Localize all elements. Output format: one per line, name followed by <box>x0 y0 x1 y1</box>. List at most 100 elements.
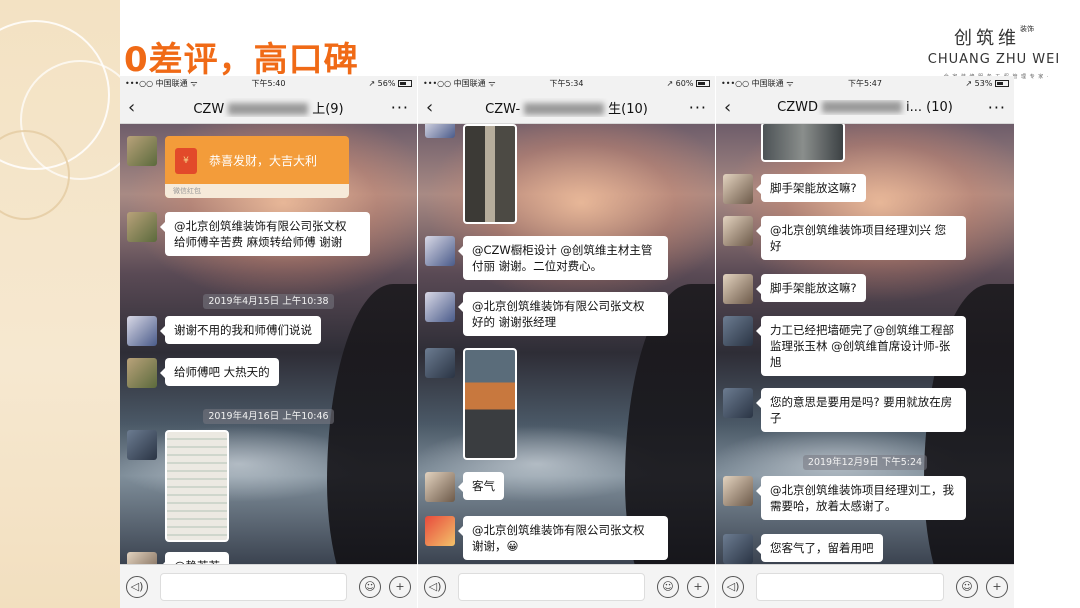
message-bubble[interactable]: @北京创筑维装饰项目经理刘工，我需要哈，放着太感谢了。 <box>756 476 966 520</box>
avatar[interactable] <box>425 348 455 378</box>
timestamp: 2019年12月9日 下午5:24 <box>716 450 1014 470</box>
chat-area[interactable]: ¥ 恭喜发财，大吉大利 微信红包 @北京创筑维装饰有限公司张文权 给师傅辛苦费 … <box>120 124 417 564</box>
avatar[interactable] <box>723 216 753 246</box>
plus-icon[interactable]: + <box>389 575 411 598</box>
more-icon[interactable]: ··· <box>980 98 1006 117</box>
input-bar: ◁) ☺ + <box>716 564 1014 608</box>
battery-status: ↗ 60% <box>614 79 711 88</box>
avatar[interactable] <box>723 174 753 204</box>
message-bubble[interactable]: @CZW橱柜设计 @创筑维主材主管付丽 谢谢。二位对费心。 <box>458 236 668 280</box>
message-row <box>425 348 709 460</box>
message-row: 脚手架能放这嘛? <box>723 174 1008 204</box>
avatar[interactable] <box>723 316 753 346</box>
avatar[interactable] <box>127 430 157 460</box>
red-packet-footer: 微信红包 <box>165 184 349 198</box>
company-logo: 创筑维装饰 CHUANG ZHU WEI · 全 家 装 修 服 务 工 程 管… <box>914 24 1074 80</box>
avatar[interactable] <box>127 552 157 564</box>
plus-icon[interactable]: + <box>986 575 1008 598</box>
avatar[interactable] <box>723 388 753 418</box>
avatar[interactable] <box>127 316 157 346</box>
battery-icon <box>995 80 1009 87</box>
emoji-icon[interactable]: ☺ <box>657 575 679 598</box>
message-bubble[interactable]: 您的意思是要用是吗? 要用就放在房子 <box>756 388 966 432</box>
message-bubble[interactable]: 您客气了，留着用吧 <box>756 534 883 562</box>
plus-icon[interactable]: + <box>687 575 709 598</box>
message-bubble[interactable]: @北京创筑维装饰项目经理刘兴 您好 <box>756 216 966 260</box>
image-message[interactable] <box>463 124 517 224</box>
voice-icon[interactable]: ◁) <box>722 575 744 598</box>
message-row: 您的意思是要用是吗? 要用就放在房子 <box>723 388 1008 432</box>
chat-title: CZWD i... (10) <box>777 99 953 115</box>
battery-icon <box>696 80 711 87</box>
blurred-name <box>228 103 309 115</box>
message-bubble[interactable]: 给师傅吧 大热天的 <box>160 358 279 386</box>
input-bar: ◁) ☺ + <box>418 564 715 608</box>
clock: 下午5:47 <box>848 79 882 88</box>
input-bar: ◁) ☺ + <box>120 564 417 608</box>
status-bar: •••○○ 中国联通 ᯤ 下午5:47 ↗ 53% <box>716 76 1014 91</box>
emoji-icon[interactable]: ☺ <box>359 575 381 598</box>
message-bubble[interactable]: 脚手架能放这嘛? <box>756 174 866 202</box>
chat-title: CZW- 生(10) <box>485 101 648 117</box>
voice-icon[interactable]: ◁) <box>424 575 446 598</box>
more-icon[interactable]: ··· <box>383 98 409 117</box>
emoji-icon[interactable]: ☺ <box>956 575 978 598</box>
back-icon[interactable]: ‹ <box>724 97 750 118</box>
message-row: @CZW橱柜设计 @创筑维主材主管付丽 谢谢。二位对费心。 <box>425 236 709 280</box>
phone-screenshot-1: •••○○ 中国联通 ᯤ 下午5:40 ↗ 56% ‹ CZW 上(9) ··· … <box>120 76 417 608</box>
battery-status: ↗ 56% <box>316 79 413 88</box>
back-icon[interactable]: ‹ <box>128 97 154 118</box>
message-row: 力工已经把墙砸完了@创筑维工程部监理张玉林 @创筑维首席设计师-张旭 <box>723 316 1008 376</box>
message-bubble[interactable]: 脚手架能放这嘛? <box>756 274 866 302</box>
avatar[interactable] <box>425 236 455 266</box>
avatar[interactable] <box>723 476 753 506</box>
message-bubble[interactable]: 力工已经把墙砸完了@创筑维工程部监理张玉林 @创筑维首席设计师-张旭 <box>756 316 966 376</box>
back-icon[interactable]: ‹ <box>426 97 452 118</box>
avatar[interactable] <box>127 136 157 166</box>
avatar[interactable] <box>127 358 157 388</box>
logo-english: CHUANG ZHU WEI <box>927 52 1061 67</box>
more-icon[interactable]: ··· <box>681 98 707 117</box>
message-input[interactable] <box>458 572 645 601</box>
battery-status: ↗ 53% <box>913 79 1009 88</box>
message-bubble[interactable]: @北京创筑维装饰有限公司张文权 好的 谢谢张经理 <box>458 292 668 336</box>
message-input[interactable] <box>756 572 944 601</box>
timestamp: 2019年4月16日 上午10:46 <box>120 404 417 424</box>
chat-title: CZW 上(9) <box>193 101 344 117</box>
carrier-label: •••○○ 中国联通 ᯤ <box>125 79 198 88</box>
status-bar: •••○○ 中国联通 ᯤ 下午5:34 ↗ 60% <box>418 76 715 91</box>
message-bubble[interactable]: @静若若 <box>160 552 229 564</box>
image-message[interactable] <box>463 348 517 460</box>
battery-icon <box>398 80 413 87</box>
message-row <box>127 430 411 542</box>
avatar[interactable] <box>723 274 753 304</box>
message-bubble[interactable]: @北京创筑维装饰有限公司张文权 给师傅辛苦费 麻烦转给师傅 谢谢 <box>160 212 370 256</box>
voice-icon[interactable]: ◁) <box>126 575 148 598</box>
message-bubble[interactable]: 谢谢不用的我和师傅们说说 <box>160 316 321 344</box>
message-row: ¥ 恭喜发财，大吉大利 微信红包 <box>127 136 411 198</box>
chat-area[interactable]: @CZW橱柜设计 @创筑维主材主管付丽 谢谢。二位对费心。 @北京创筑维装饰有限… <box>418 124 715 564</box>
message-bubble[interactable]: 客气 <box>458 472 504 500</box>
message-row <box>463 124 709 224</box>
avatar[interactable] <box>425 124 455 138</box>
decorative-side-strip <box>0 0 120 608</box>
red-packet[interactable]: ¥ 恭喜发财，大吉大利 微信红包 <box>165 136 349 198</box>
chat-area[interactable]: 脚手架能放这嘛? @北京创筑维装饰项目经理刘兴 您好 脚手架能放这嘛? 力工已经… <box>716 124 1014 564</box>
avatar[interactable] <box>425 292 455 322</box>
clock: 下午5:40 <box>251 79 286 88</box>
image-message[interactable] <box>165 430 229 542</box>
avatar[interactable] <box>723 534 753 564</box>
message-row: @静若若 <box>127 552 411 564</box>
message-row: @北京创筑维装饰项目经理刘兴 您好 <box>723 216 1008 260</box>
message-row: 谢谢不用的我和师傅们说说 <box>127 316 411 346</box>
avatar[interactable] <box>425 472 455 502</box>
image-message[interactable] <box>761 124 845 162</box>
message-input[interactable] <box>160 572 347 601</box>
avatar[interactable] <box>127 212 157 242</box>
message-bubble[interactable]: @北京创筑维装饰有限公司张文权 谢谢，😀 <box>458 516 668 560</box>
avatar[interactable] <box>425 516 455 546</box>
page-headline: 0差评，高口碑 <box>124 40 359 80</box>
message-row: 给师傅吧 大热天的 <box>127 358 411 388</box>
message-row <box>761 124 1008 162</box>
carrier-label: •••○○ 中国联通 ᯤ <box>721 79 794 88</box>
